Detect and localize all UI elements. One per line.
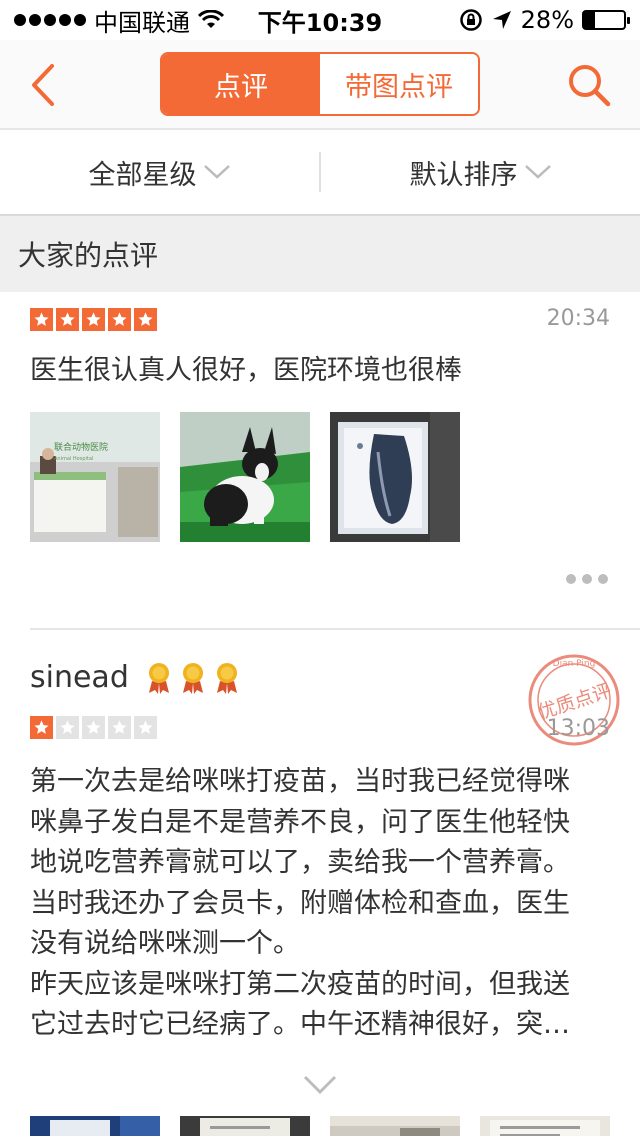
status-bar: 中国联通 下午10:39 28%	[0, 0, 640, 40]
star-filled-icon	[82, 308, 105, 331]
review-photo-dog[interactable]	[180, 412, 310, 542]
review-time: 20:34	[546, 306, 610, 331]
filter-bar: 全部星级 默认排序	[0, 130, 640, 216]
star-rating	[30, 716, 157, 739]
carrier-label: 中国联通	[94, 8, 190, 37]
review-photo[interactable]	[480, 1116, 610, 1136]
review-photo-xray[interactable]	[330, 412, 460, 542]
review-text-line: 没有说给咪咪测一个。	[30, 928, 300, 959]
signal-strength-icon	[14, 14, 86, 26]
clinic-sign: 联合动物医院	[54, 441, 108, 453]
nav-bar: 点评 带图点评	[0, 40, 640, 130]
reviewer-info: sinead	[30, 660, 239, 695]
star-filled-icon	[56, 308, 79, 331]
review-type-tabs: 点评 带图点评	[160, 52, 480, 116]
medal-icon	[216, 662, 237, 694]
review-photo[interactable]	[180, 1116, 310, 1136]
star-empty-icon	[134, 716, 157, 739]
sort-dropdown[interactable]: 默认排序	[321, 153, 640, 192]
star-filled-icon	[30, 716, 53, 739]
star-filled-icon	[134, 308, 157, 331]
review-time: 13:03	[546, 716, 610, 741]
review-text: 第一次去是给咪咪打疫苗，当时我已经觉得咪 咪鼻子发白是不是营养不良，问了医生他轻…	[30, 762, 610, 1046]
review-list-screen: 中国联通 下午10:39 28% 点评 带图点评 全部星级 默认排序 大家的点评…	[0, 0, 640, 1136]
medal-icon	[182, 662, 203, 694]
tab-reviews[interactable]: 点评	[162, 54, 320, 114]
review-text-line: 当时我还办了会员卡，附赠体检和查血，医生	[30, 887, 570, 919]
star-empty-icon	[56, 716, 79, 739]
review-divider	[30, 628, 640, 630]
review-photo[interactable]	[30, 1116, 160, 1136]
review-photos: 联合动物医院 Animal Hospital	[30, 412, 460, 542]
sort-label: 默认排序	[409, 159, 518, 191]
chevron-down-icon	[203, 165, 230, 179]
tab-photo-reviews[interactable]: 带图点评	[320, 54, 478, 114]
battery-percent: 28%	[520, 6, 574, 34]
review-photo-clinic[interactable]: 联合动物医院 Animal Hospital	[30, 412, 160, 542]
review-text-line: 昨天应该是咪咪打第二次疫苗的时间，但我送	[30, 968, 570, 1000]
rating-filter-label: 全部星级	[88, 159, 197, 191]
search-icon	[569, 65, 611, 107]
chevron-down-icon	[524, 165, 551, 179]
rating-filter-dropdown[interactable]: 全部星级	[0, 153, 319, 192]
section-title: 大家的点评	[0, 216, 640, 292]
clinic-sign-en: Animal Hospital	[54, 456, 93, 462]
wifi-icon	[198, 10, 224, 28]
review-photos	[30, 1116, 610, 1136]
review-photo[interactable]	[330, 1116, 460, 1136]
chevron-left-icon	[32, 64, 54, 106]
reviewer-name: sinead	[30, 660, 129, 695]
review-text-line: 地说吃营养膏就可以了，卖给我一个营养膏。	[30, 847, 570, 878]
chevron-down-icon	[303, 1075, 337, 1095]
expand-review-button[interactable]	[302, 1074, 338, 1096]
battery-icon	[582, 10, 630, 30]
search-button[interactable]	[566, 62, 612, 108]
more-options-button[interactable]	[566, 574, 608, 584]
star-empty-icon	[82, 716, 105, 739]
review-item[interactable]: sinead Dian Ping 优质点评 13:03 第一次去是给咪咪打疫苗，…	[0, 634, 640, 1136]
review-item[interactable]: 20:34 医生很认真人很好，医院环境也很棒 联合动物医院 Animal Hos…	[0, 292, 640, 632]
back-button[interactable]	[24, 62, 64, 108]
star-filled-icon	[30, 308, 53, 331]
location-arrow-icon	[492, 11, 511, 29]
star-filled-icon	[108, 308, 131, 331]
rotation-lock-icon	[459, 9, 482, 31]
review-text: 医生很认真人很好，医院环境也很棒	[30, 355, 462, 386]
star-empty-icon	[108, 716, 131, 739]
star-rating	[30, 308, 157, 331]
medal-icon	[148, 662, 169, 694]
review-text-line: 第一次去是给咪咪打疫苗，当时我已经觉得咪	[30, 766, 570, 797]
stamp-subtext: Dian Ping	[553, 659, 596, 669]
review-text-line: 它过去时它已经病了。中午还精神很好，突…	[30, 1009, 570, 1040]
review-text-line: 咪鼻子发白是不是营养不良，问了医生他轻快	[30, 806, 570, 838]
